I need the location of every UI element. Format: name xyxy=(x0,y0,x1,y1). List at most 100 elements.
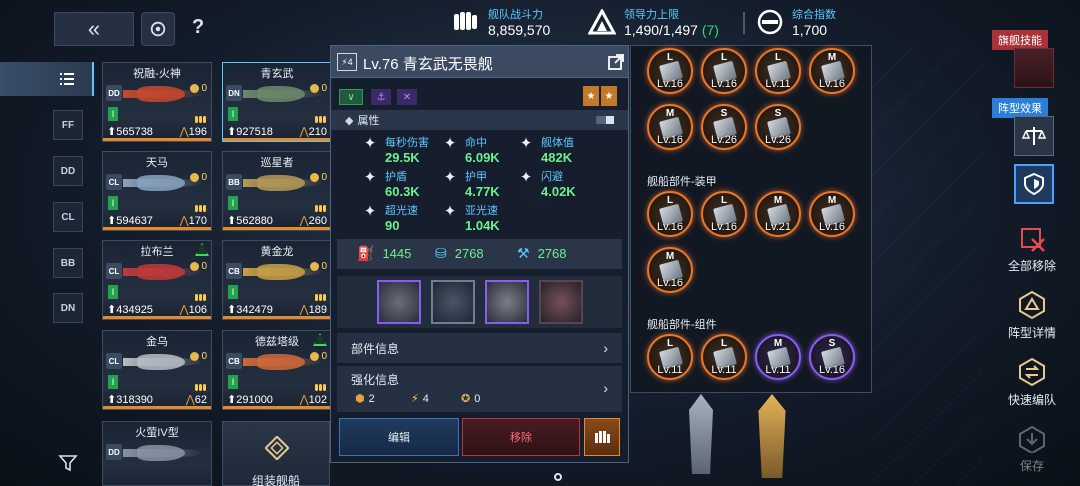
attr-label: 护盾 xyxy=(385,171,407,183)
settings-button[interactable] xyxy=(141,12,175,46)
part-slot[interactable]: M Lv.11 xyxy=(755,334,801,380)
ship-cost: ⋀260 xyxy=(299,215,327,227)
nav-dn[interactable]: DN xyxy=(53,293,83,323)
part-slot[interactable]: L Lv.11 xyxy=(647,334,693,380)
warp-icon: ✦ xyxy=(363,203,377,220)
enhance-value-3: 0 xyxy=(474,392,481,405)
skill-1[interactable] xyxy=(377,280,421,324)
part-level: Lv.16 xyxy=(656,277,684,289)
ship-card[interactable]: 金乌 CL I 0 ⬆318390 ⋀62 xyxy=(102,330,212,410)
add-ship-button[interactable]: 组装舰船 xyxy=(222,421,330,486)
formation-scale-button[interactable] xyxy=(1014,116,1054,156)
part-slot[interactable]: M Lv.16 xyxy=(647,104,693,150)
ship-card[interactable]: 祝融-火神 DD I 0 ⬆565738 ⋀196 xyxy=(102,62,212,142)
ship-image xyxy=(123,440,201,466)
nav-bb[interactable]: BB xyxy=(53,248,83,278)
ship-card[interactable]: 天马 CL I 0 ⬆594637 ⋀170 xyxy=(102,151,212,231)
part-slot[interactable]: S Lv.26 xyxy=(755,104,801,150)
part-level: Lv.11 xyxy=(765,364,791,376)
scale-icon xyxy=(1022,127,1046,145)
ship-stock: 0 xyxy=(310,83,327,94)
formation-ship-2[interactable] xyxy=(758,394,786,478)
armor-section-title: 舰船部件-装甲 xyxy=(647,176,717,188)
ship-card[interactable]: 巡星者 BB I 0 ⬆562880 ⋀260 xyxy=(222,151,332,231)
formation-shield-button[interactable] xyxy=(1014,164,1054,204)
ship-rank-badge: I xyxy=(228,375,238,389)
nav-dd[interactable]: DD xyxy=(53,156,83,186)
nav-ff[interactable]: FF xyxy=(53,110,83,140)
part-size: L xyxy=(720,52,728,63)
attr-value: 482K xyxy=(541,150,573,165)
part-slot[interactable]: L Lv.16 xyxy=(647,48,693,94)
formation-detail-button[interactable]: 阵型详情 xyxy=(992,290,1072,340)
external-link-icon[interactable] xyxy=(607,53,625,71)
edit-button[interactable]: 编辑 xyxy=(339,418,459,456)
ship-card[interactable]: 青玄武 DN I 0 ⬆927518 ⋀210 xyxy=(222,62,332,142)
part-slot[interactable]: M Lv.21 xyxy=(755,191,801,237)
composite-label: 综合指数 xyxy=(792,9,836,21)
filter-button[interactable] xyxy=(58,453,80,475)
ship-image xyxy=(123,259,201,285)
nav-cl[interactable]: CL xyxy=(53,202,83,232)
enhance-row[interactable]: 强化信息 ⬢ 2 ⚡ 4 ✪ 0 › xyxy=(337,366,622,412)
back-button[interactable]: « xyxy=(54,12,134,46)
help-button[interactable]: ? xyxy=(192,16,204,39)
ship-card[interactable]: 火萤IV型 DD xyxy=(102,421,212,486)
ship-stars xyxy=(315,116,326,123)
part-slot[interactable]: S Lv.16 xyxy=(809,334,855,380)
part-level: Lv.11 xyxy=(765,78,791,90)
flagship-skill-tag: 旗舰技能 xyxy=(992,30,1048,50)
ship-card[interactable]: 拉布兰 CL I 0 ⬆434925 ⋀106 xyxy=(102,240,212,320)
detail-header: ⚡ 4 Lv.76 青玄武无畏舰 xyxy=(331,46,628,78)
flagship-skill-button[interactable] xyxy=(1014,48,1054,88)
skill-4[interactable] xyxy=(539,280,583,324)
formation-ship-1[interactable] xyxy=(689,394,713,474)
attr-armor: ✦ 护甲 4.77K xyxy=(441,168,500,199)
attr-shield: ✦ 护盾 60.3K xyxy=(361,168,420,199)
swap-icon xyxy=(1019,357,1045,387)
ship-name: 祝融-火神 xyxy=(133,68,181,80)
attr-toggle[interactable] xyxy=(596,116,614,124)
formation-area xyxy=(872,45,982,485)
nav-all-tab[interactable] xyxy=(0,62,94,96)
attr-label: 命中 xyxy=(465,137,487,149)
part-slot[interactable]: L Lv.16 xyxy=(701,191,747,237)
skill-2[interactable] xyxy=(431,280,475,324)
chevron-right-icon: › xyxy=(603,340,608,356)
ship-class-badge: DD xyxy=(106,444,122,460)
part-slot[interactable]: L Lv.11 xyxy=(755,48,801,94)
ship-name: 拉布兰 xyxy=(140,246,174,258)
ship-name: 火萤IV型 xyxy=(135,427,179,439)
skill-3[interactable] xyxy=(485,280,529,324)
part-slot[interactable]: M Lv.16 xyxy=(809,191,855,237)
coin-icon xyxy=(190,352,200,361)
save-button[interactable]: 保存 xyxy=(992,425,1072,475)
enhance-2: ⚡ 4 xyxy=(411,392,429,406)
cargo-2: ⛁ 2768 xyxy=(435,245,484,262)
ship-image xyxy=(123,81,201,107)
ship-rank-badge: I xyxy=(228,196,238,210)
leadership-icon xyxy=(588,9,616,35)
remove-all-label: 全部移除 xyxy=(1007,259,1056,273)
part-slot[interactable]: L Lv.16 xyxy=(701,48,747,94)
part-slot[interactable]: M Lv.16 xyxy=(809,48,855,94)
ship-card[interactable]: 黄金龙 CB I 0 ⬆342479 ⋀189 xyxy=(222,240,332,320)
ship-image xyxy=(243,349,321,375)
part-level: Lv.16 xyxy=(818,221,846,233)
part-slot[interactable]: L Lv.11 xyxy=(701,334,747,380)
evade-icon: ✦ xyxy=(519,169,533,186)
parts-info-row[interactable]: 部件信息 › xyxy=(337,333,622,363)
ship-cost: ⋀106 xyxy=(179,304,207,316)
leadership-value: 1,490/1,497 (7) xyxy=(624,22,719,38)
quick-edit-button[interactable]: 快速编队 xyxy=(992,357,1072,407)
shield-icon xyxy=(1024,172,1044,196)
part-slot[interactable]: L Lv.16 xyxy=(647,191,693,237)
remove-all-button[interactable]: 全部移除 xyxy=(992,225,1072,275)
part-slot[interactable]: S Lv.26 xyxy=(701,104,747,150)
remove-button[interactable]: 移除 xyxy=(462,418,580,456)
fist-icon xyxy=(454,12,477,30)
part-slot[interactable]: M Lv.16 xyxy=(647,247,693,293)
upgrade-button[interactable] xyxy=(584,418,620,456)
ship-power: ⬆318390 xyxy=(107,394,153,406)
ship-class-badge: CB xyxy=(226,263,242,279)
